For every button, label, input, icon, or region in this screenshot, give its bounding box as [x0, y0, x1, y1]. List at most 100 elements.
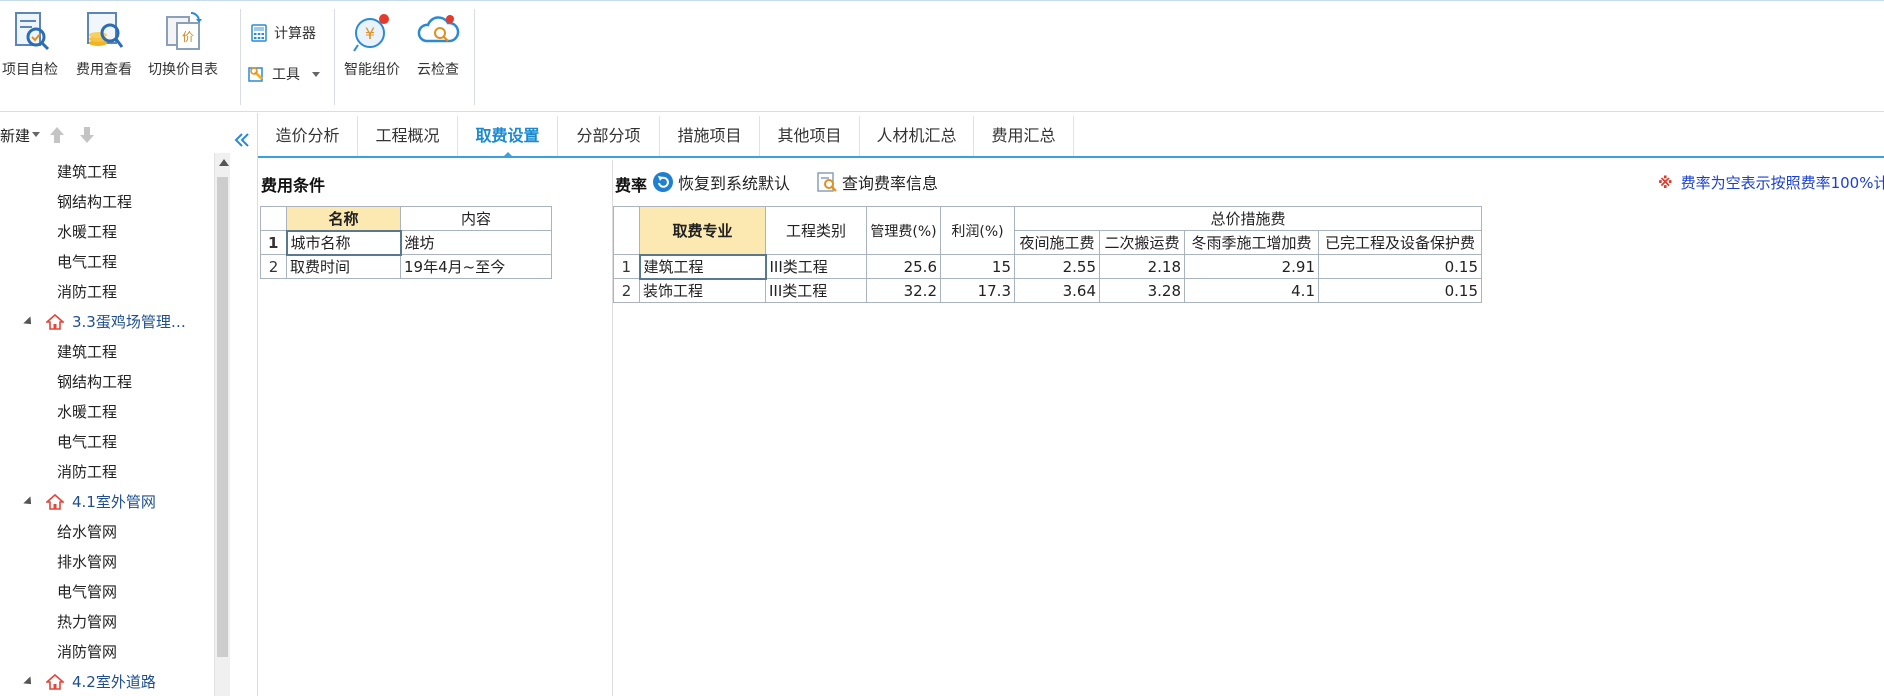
tree-item-label: 钢结构工程: [57, 373, 133, 391]
table-row[interactable]: 1 建筑工程 III类工程 25.6 15 2.55 2.18 2.91 0.1…: [613, 253, 1482, 280]
tree-leaf-item[interactable]: 消防工程: [0, 457, 214, 487]
cell-specialty[interactable]: 装饰工程: [639, 278, 766, 303]
calculator-label: 计算器: [274, 26, 316, 42]
note-mark: ※: [1658, 174, 1673, 192]
tab-labor-material-summary[interactable]: 人材机汇总: [860, 116, 974, 156]
tab-fee-summary[interactable]: 费用汇总: [974, 116, 1074, 156]
cell-secondary-handling[interactable]: 3.28: [1099, 278, 1185, 303]
switch-price-list-icon: 价: [166, 12, 202, 50]
new-button[interactable]: 新建: [0, 125, 30, 146]
cell-protection[interactable]: 0.15: [1318, 278, 1482, 303]
cell-content[interactable]: 潍坊: [400, 230, 552, 255]
cell-secondary-handling[interactable]: 2.18: [1099, 254, 1185, 279]
cell-profit[interactable]: 17.3: [940, 278, 1015, 303]
tab-measures[interactable]: 措施项目: [660, 116, 760, 156]
scroll-up-icon[interactable]: [219, 159, 229, 166]
tree-leaf-item[interactable]: 消防工程: [0, 277, 214, 307]
tree-leaf-item[interactable]: 建筑工程: [0, 337, 214, 367]
tree-leaf-item[interactable]: 电气工程: [0, 247, 214, 277]
tree-leaf-item[interactable]: 热力管网: [0, 607, 214, 637]
cell-management-fee[interactable]: 32.2: [866, 278, 941, 303]
tree-leaf-item[interactable]: 水暖工程: [0, 217, 214, 247]
project-tree-panel: 新建 建筑工程 钢结构工程 水暖工程 电气工程 消防工程 3.3蛋鸡场管理… 建筑工程 钢结构…: [0, 113, 249, 696]
table-row[interactable]: 2 装饰工程 III类工程 32.2 17.3 3.64 3.28 4.1 0.…: [613, 278, 1482, 303]
cell-name[interactable]: 取费时间: [286, 254, 401, 279]
calculator-button[interactable]: 计算器: [250, 23, 316, 43]
column-header-winter-rain: 冬雨季施工增加费: [1184, 230, 1319, 255]
tree-leaf-item[interactable]: 钢结构工程: [0, 367, 214, 397]
project-tree: 建筑工程 钢结构工程 水暖工程 电气工程 消防工程 3.3蛋鸡场管理… 建筑工程 钢结构工程水…: [0, 157, 214, 696]
restore-default-button[interactable]: 恢复到系统默认: [652, 170, 790, 194]
expand-toggle-icon[interactable]: [23, 676, 35, 688]
tab-project-overview[interactable]: 工程概况: [358, 116, 458, 156]
tools-icon: [248, 67, 263, 82]
row-number: 2: [613, 278, 640, 303]
tree-leaf-item[interactable]: 建筑工程: [0, 157, 214, 187]
row-number-header: [613, 206, 640, 255]
tree-leaf-item[interactable]: 给水管网: [0, 517, 214, 547]
tree-leaf-item[interactable]: 电气工程: [0, 427, 214, 457]
rate-note: ※ 费率为空表示按照费率100%计取: [1658, 172, 1884, 193]
expand-toggle-icon[interactable]: [23, 496, 35, 508]
table-row[interactable]: 1 城市名称 潍坊: [260, 229, 552, 256]
column-header-specialty: 取费专业: [639, 206, 766, 255]
tree-group-item[interactable]: 4.1室外管网: [0, 487, 214, 517]
tab-other-items[interactable]: 其他项目: [760, 116, 860, 156]
column-group-total-measures: 总价措施费: [1014, 206, 1482, 231]
cell-winter-rain[interactable]: 4.1: [1184, 278, 1319, 303]
column-header-profit: 利润(%): [940, 206, 1015, 255]
svg-text:价: 价: [182, 30, 194, 44]
cell-night-work[interactable]: 2.55: [1014, 254, 1100, 279]
tree-group-item[interactable]: 4.2室外道路: [0, 667, 214, 696]
cell-category[interactable]: III类工程: [765, 278, 867, 303]
tree-item-label: 4.1室外管网: [72, 493, 156, 511]
tree-leaf-item[interactable]: 钢结构工程: [0, 187, 214, 217]
tree-leaf-item[interactable]: 消防管网: [0, 637, 214, 667]
cell-name[interactable]: 城市名称: [285, 229, 402, 256]
expand-toggle-icon[interactable]: [23, 316, 35, 328]
move-up-icon[interactable]: [48, 125, 66, 145]
move-down-icon[interactable]: [78, 125, 96, 145]
cell-specialty[interactable]: 建筑工程: [638, 253, 767, 280]
tree-item-label: 电气工程: [57, 433, 118, 451]
ribbon-separator: [474, 9, 475, 105]
tab-sub-items[interactable]: 分部分项: [558, 116, 660, 156]
cell-winter-rain[interactable]: 2.91: [1184, 254, 1319, 279]
cloud-check-button[interactable]: 云检查: [416, 9, 460, 79]
cell-management-fee[interactable]: 25.6: [866, 254, 941, 279]
chevron-down-icon: [312, 71, 320, 77]
tree-item-label: 电气工程: [57, 253, 118, 271]
cell-protection[interactable]: 0.15: [1318, 254, 1482, 279]
tree-leaf-item[interactable]: 电气管网: [0, 577, 214, 607]
row-number: 1: [260, 230, 287, 255]
project-check-button[interactable]: 项目自检: [2, 9, 58, 79]
tab-cost-analysis[interactable]: 造价分析: [258, 116, 358, 156]
collapse-panel-icon[interactable]: [232, 130, 252, 150]
cell-category[interactable]: III类工程: [765, 254, 867, 279]
fee-view-button[interactable]: 费用查看: [76, 9, 132, 79]
restore-default-label: 恢复到系统默认: [678, 174, 791, 193]
tree-leaf-item[interactable]: 排水管网: [0, 547, 214, 577]
tree-group-item[interactable]: 3.3蛋鸡场管理…: [0, 307, 214, 337]
svg-text:¥: ¥: [365, 24, 375, 43]
smart-pricing-button[interactable]: ¥ 智能组价: [344, 9, 400, 79]
switch-price-list-button[interactable]: 价 切换价目表: [148, 9, 218, 79]
tree-item-label: 热力管网: [57, 613, 118, 631]
cell-content[interactable]: 19年4月~至今: [400, 254, 552, 279]
tree-leaf-item[interactable]: 水暖工程: [0, 397, 214, 427]
tree-scrollbar[interactable]: [214, 153, 230, 696]
smart-pricing-icon: ¥: [353, 14, 389, 52]
scrollbar-thumb[interactable]: [217, 177, 228, 657]
column-header-night-work: 夜间施工费: [1014, 230, 1100, 255]
chevron-down-icon[interactable]: [32, 132, 40, 137]
tab-fee-settings[interactable]: 取费设置: [458, 116, 558, 158]
ribbon-toolbar: 项目自检 费用查看 价 切换价目表 计算器 工具 ¥ 智能组价 云检查: [0, 0, 1884, 112]
column-header-category: 工程类别: [765, 206, 867, 255]
tools-dropdown[interactable]: 工具: [248, 64, 320, 84]
cell-profit[interactable]: 15: [940, 254, 1015, 279]
tree-item-label: 电气管网: [57, 583, 118, 601]
table-row[interactable]: 2 取费时间 19年4月~至今: [260, 254, 552, 279]
ribbon-separator: [334, 9, 335, 105]
query-rate-button[interactable]: 查询费率信息: [816, 170, 938, 194]
cell-night-work[interactable]: 3.64: [1014, 278, 1100, 303]
